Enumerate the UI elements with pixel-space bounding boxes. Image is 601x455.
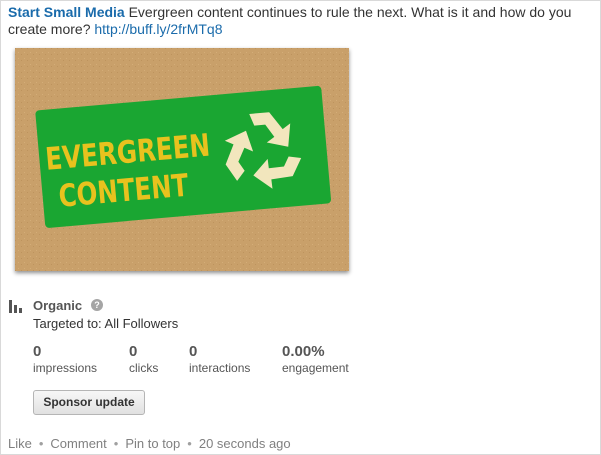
stat-clicks: 0 clicks — [129, 343, 158, 376]
update-card: Start Small Media Evergreen content cont… — [0, 0, 601, 455]
post-text: Start Small Media Evergreen content cont… — [8, 4, 588, 38]
separator: • — [38, 436, 44, 451]
stat-value: 0.00% — [282, 343, 325, 360]
stat-value: 0 — [33, 343, 42, 360]
bar-chart-icon — [9, 300, 22, 313]
pin-to-top-link[interactable]: Pin to top — [125, 436, 180, 451]
stat-label: interactions — [189, 361, 251, 375]
separator: • — [187, 436, 192, 451]
stat-label: clicks — [129, 361, 159, 375]
post-image[interactable]: EVERGREEN CONTENT — [15, 48, 349, 271]
evergreen-content-image: EVERGREEN CONTENT — [15, 48, 349, 271]
sponsor-update-button[interactable]: Sponsor update — [33, 390, 145, 415]
action-bar: Like • Comment • Pin to top • 20 seconds ago — [8, 436, 291, 451]
comment-link[interactable]: Comment — [50, 436, 106, 451]
stat-label: engagement — [282, 361, 349, 375]
timestamp: 20 seconds ago — [198, 436, 291, 451]
separator: • — [113, 436, 119, 451]
post-link[interactable]: http://buff.ly/2frMTq8 — [94, 21, 222, 37]
stat-impressions: 0 impressions — [33, 343, 97, 376]
stat-value: 0 — [129, 343, 138, 360]
like-link[interactable]: Like — [8, 436, 32, 451]
stat-interactions: 0 interactions — [189, 343, 250, 376]
stat-engagement: 0.00% engagement — [282, 343, 349, 376]
help-icon[interactable]: ? — [91, 299, 103, 311]
targeted-to: Targeted to: All Followers — [33, 316, 179, 331]
organic-label: Organic — [33, 298, 83, 313]
stat-label: impressions — [33, 361, 98, 375]
author-link[interactable]: Start Small Media — [8, 4, 125, 20]
stat-value: 0 — [189, 343, 198, 360]
